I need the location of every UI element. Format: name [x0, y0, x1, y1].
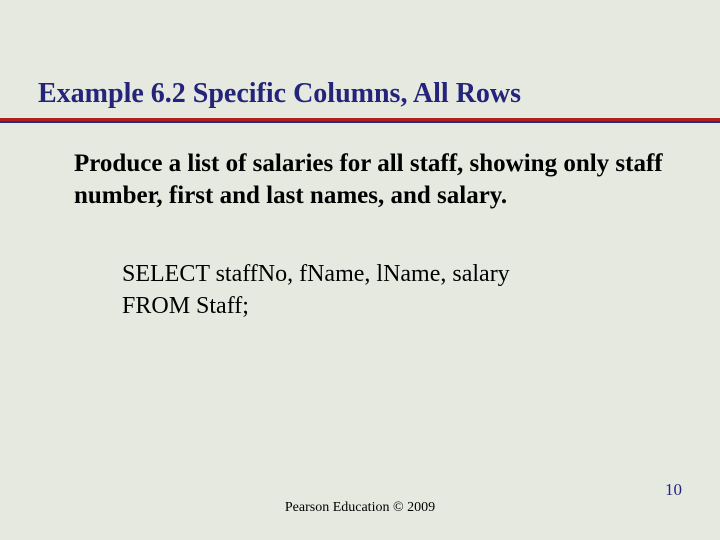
footer-text: Pearson Education © 2009 — [0, 500, 720, 516]
sql-block: SELECT staffNo, fName, lName, salary FRO… — [122, 258, 662, 323]
divider-blue — [0, 121, 720, 123]
body-text: Produce a list of salaries for all staff… — [74, 148, 664, 212]
page-number: 10 — [665, 480, 682, 500]
slide-title: Example 6.2 Specific Columns, All Rows — [38, 78, 521, 110]
sql-line-1: SELECT staffNo, fName, lName, salary — [122, 258, 662, 290]
slide: Example 6.2 Specific Columns, All Rows P… — [0, 0, 720, 540]
sql-line-2: FROM Staff; — [122, 290, 662, 322]
